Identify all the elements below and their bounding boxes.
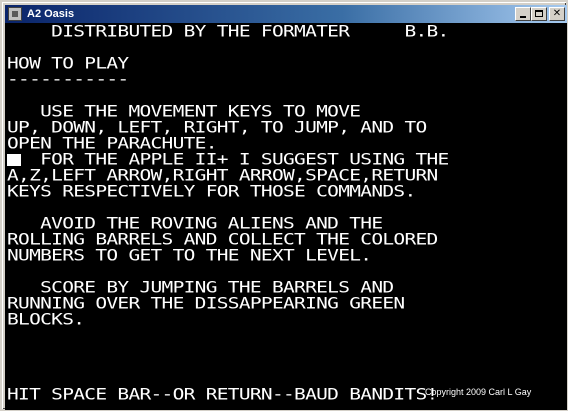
emulator-screen[interactable]: DISTRIBUTED BY THE FORMATER B.B. HOW TO … bbox=[5, 23, 567, 410]
apple-ii-app-icon[interactable] bbox=[8, 7, 22, 21]
text-line: AVOID THE ROVING ALIENS AND THE bbox=[7, 213, 383, 233]
minimize-button[interactable] bbox=[515, 7, 531, 21]
text-line: ROLLING BARRELS AND COLLECT THE COLORED bbox=[7, 229, 438, 249]
text-line: NUMBERS TO GET TO THE NEXT LEVEL. bbox=[7, 245, 372, 265]
text-line: SCORE BY JUMPING THE BARRELS AND bbox=[7, 277, 394, 297]
text-line: A,Z,LEFT ARROW,RIGHT ARROW,SPACE,RETURN bbox=[7, 165, 438, 185]
close-icon: ✕ bbox=[552, 8, 562, 19]
close-button[interactable]: ✕ bbox=[549, 7, 565, 21]
text-line: UP, DOWN, LEFT, RIGHT, TO JUMP, AND TO bbox=[7, 117, 427, 137]
prompt-line: HIT SPACE BAR--OR RETURN--BAUD BANDITS! bbox=[7, 384, 438, 404]
text-line: USE THE MOVEMENT KEYS TO MOVE bbox=[7, 101, 361, 121]
section-underline: ----------- bbox=[7, 69, 129, 89]
section-title: HOW TO PLAY bbox=[7, 53, 129, 73]
text-line: OPEN THE PARACHUTE. bbox=[7, 133, 217, 153]
minimize-icon bbox=[520, 16, 526, 18]
maximize-button[interactable] bbox=[531, 7, 547, 21]
header-line: DISTRIBUTED BY THE FORMATER B.B. bbox=[7, 23, 449, 41]
window-title: A2 Oasis bbox=[27, 8, 75, 20]
text-line: BLOCKS. bbox=[7, 309, 85, 329]
title-bar[interactable]: A2 Oasis ✕ bbox=[5, 5, 567, 23]
text-line: KEYS RESPECTIVELY FOR THOSE COMMANDS. bbox=[7, 181, 416, 201]
text-line: RUNNING OVER THE DISSAPPEARING GREEN bbox=[7, 293, 405, 313]
maximize-icon bbox=[535, 10, 543, 17]
copyright-notice: Copyright 2009 Carl L Gay bbox=[425, 387, 532, 397]
app-window: A2 Oasis ✕ DISTRIBUTED BY THE FORMATER B… bbox=[0, 0, 568, 411]
text-line: FOR THE APPLE II+ I SUGGEST USING THE bbox=[7, 149, 449, 169]
